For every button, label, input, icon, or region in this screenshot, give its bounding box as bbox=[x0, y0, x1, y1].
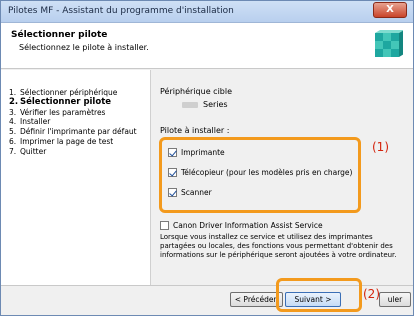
cancel-button[interactable]: uler bbox=[379, 292, 411, 307]
step-label: Sélectionner pilote bbox=[20, 96, 112, 107]
step-number: 6. bbox=[9, 136, 17, 146]
driver-option-fax[interactable]: Télécopieur (pour les modèles pris en ch… bbox=[168, 168, 352, 177]
steps-list: 1. Sélectionner périphérique 2. Sélectio… bbox=[9, 88, 149, 157]
driver-section-label: Pilote à installer : bbox=[160, 126, 230, 135]
steps-panel: 1. Sélectionner périphérique 2. Sélectio… bbox=[1, 70, 151, 285]
step-label: Installer bbox=[20, 117, 51, 127]
callout-2: (2) bbox=[363, 287, 380, 301]
driver-option-scanner[interactable]: Scanner bbox=[168, 188, 212, 197]
step-label: Quitter bbox=[20, 146, 47, 156]
assist-service-description: Lorsque vous installez ce service et uti… bbox=[160, 233, 397, 260]
driver-selection-highlight: Imprimante Télécopieur (pour les modèles… bbox=[159, 137, 361, 213]
page-subtitle: Sélectionnez le pilote à installer. bbox=[19, 43, 149, 52]
step-number: 7. bbox=[9, 146, 17, 156]
assist-service-label: Canon Driver Information Assist Service bbox=[173, 221, 323, 230]
window-title: Pilotes MF - Assistant du programme d'in… bbox=[8, 6, 234, 16]
printer-checkbox[interactable] bbox=[168, 148, 177, 157]
fax-label: Télécopieur (pour les modèles pris en ch… bbox=[181, 168, 353, 177]
printer-label: Imprimante bbox=[181, 148, 225, 157]
step-item-active: 2. Sélectionner pilote bbox=[9, 96, 149, 108]
step-number: 4. bbox=[9, 117, 17, 127]
page-title: Sélectionner pilote bbox=[11, 30, 108, 40]
target-device-series: Series bbox=[203, 100, 228, 109]
callout-1: (1) bbox=[372, 140, 389, 154]
scanner-label: Scanner bbox=[181, 188, 212, 197]
step-item: 7. Quitter bbox=[9, 147, 149, 157]
step-label: Définir l'imprimante par défaut bbox=[20, 127, 137, 137]
driver-option-printer[interactable]: Imprimante bbox=[168, 148, 225, 157]
installer-window: Pilotes MF - Assistant du programme d'in… bbox=[0, 0, 414, 316]
step-item: 3. Vérifier les paramètres bbox=[9, 108, 149, 118]
target-device-value: Series bbox=[182, 100, 228, 109]
scanner-checkbox[interactable] bbox=[168, 188, 177, 197]
assist-service-option[interactable]: Canon Driver Information Assist Service bbox=[160, 221, 323, 230]
content-panel: Périphérique cible Series Pilote à insta… bbox=[152, 70, 413, 285]
step-number: 5. bbox=[9, 127, 17, 137]
assist-service-checkbox[interactable] bbox=[160, 221, 169, 230]
step-label: Imprimer la page de test bbox=[20, 136, 114, 146]
step-item: 5. Définir l'imprimante par défaut bbox=[9, 127, 149, 137]
title-bar: Pilotes MF - Assistant du programme d'in… bbox=[1, 1, 413, 23]
close-button[interactable]: X bbox=[373, 2, 407, 18]
fax-checkbox[interactable] bbox=[168, 168, 177, 177]
wizard-header: Sélectionner pilote Sélectionnez le pilo… bbox=[1, 23, 413, 69]
step-number: 2. bbox=[9, 96, 19, 107]
step-number: 3. bbox=[9, 107, 17, 117]
redacted-model-name bbox=[182, 101, 198, 108]
step-item: 4. Installer bbox=[9, 117, 149, 127]
next-button[interactable]: Suivant > bbox=[285, 292, 341, 307]
step-item: 6. Imprimer la page de test bbox=[9, 137, 149, 147]
drivers-cube-icon bbox=[375, 30, 403, 57]
target-device-label: Périphérique cible bbox=[160, 87, 233, 96]
step-label: Vérifier les paramètres bbox=[20, 107, 106, 117]
